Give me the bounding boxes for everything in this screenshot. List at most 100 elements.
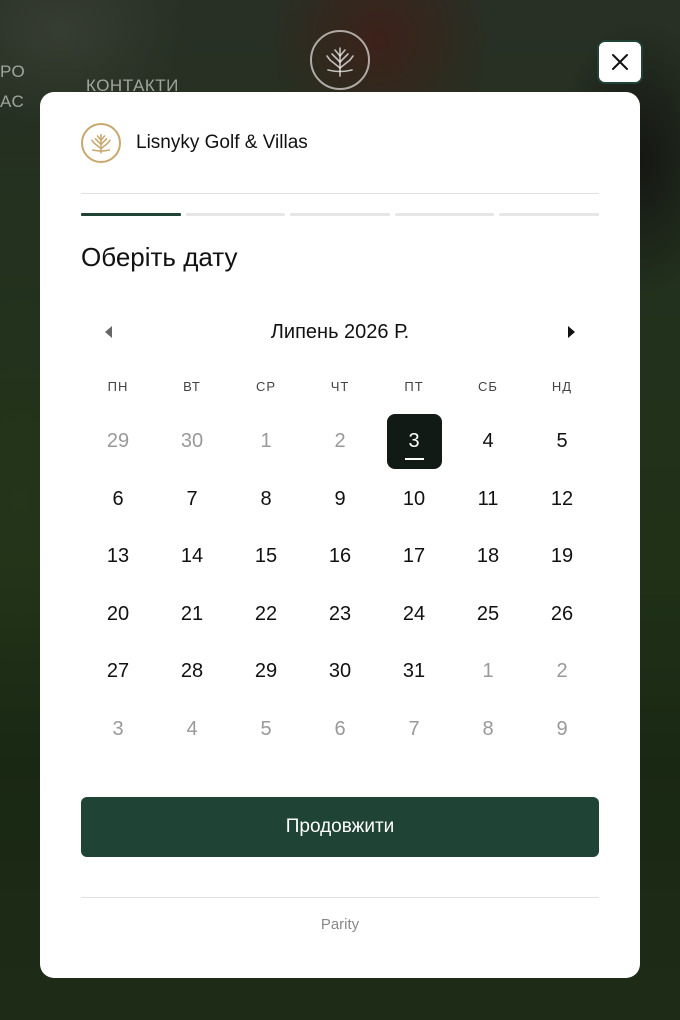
- weekday-label: СБ: [478, 379, 498, 394]
- brand-logo: [81, 122, 121, 163]
- calendar-day-label: 1: [260, 430, 272, 452]
- calendar-day[interactable]: 9: [525, 702, 599, 757]
- progress-step-4: [394, 213, 495, 216]
- page-title: Оберіть дату: [81, 242, 238, 272]
- calendar-day[interactable]: 12: [525, 472, 599, 527]
- weekday-label: ПТ: [404, 379, 424, 394]
- calendar-day-label: 8: [260, 487, 272, 510]
- powered-by-label[interactable]: Parity: [321, 916, 359, 933]
- calendar-day[interactable]: 2: [525, 644, 599, 699]
- calendar-day[interactable]: 23: [303, 587, 377, 642]
- calendar-day[interactable]: 19: [525, 529, 599, 584]
- calendar-day[interactable]: 4: [155, 702, 229, 757]
- calendar-day[interactable]: 30: [303, 644, 377, 699]
- calendar-day-label: 11: [477, 487, 499, 510]
- calendar-day[interactable]: 24: [377, 587, 451, 642]
- site-logo[interactable]: [310, 30, 370, 90]
- calendar-day-label: 15: [254, 545, 278, 567]
- continue-button[interactable]: Продовжити: [81, 796, 599, 857]
- calendar-day[interactable]: 30: [155, 414, 229, 469]
- calendar-day-label: 31: [402, 660, 426, 682]
- nav-link-us[interactable]: АС: [0, 92, 24, 112]
- brand-header: Lisnyky Golf & Villas: [81, 92, 599, 194]
- weekday-label: ЧТ: [330, 379, 350, 394]
- calendar-day[interactable]: 26: [525, 587, 599, 642]
- calendar-day-label: 20: [106, 602, 130, 625]
- weekday-label: ВТ: [183, 379, 201, 394]
- calendar-day-label: 26: [550, 602, 574, 625]
- calendar-day[interactable]: 7: [377, 702, 451, 757]
- weekday-label: НД: [551, 379, 573, 394]
- calendar-day-selected[interactable]: 3: [377, 414, 451, 469]
- close-button[interactable]: [597, 40, 643, 84]
- calendar-day[interactable]: 21: [155, 587, 229, 642]
- next-month-button[interactable]: [561, 322, 581, 342]
- weekday-header: ПН ВТ СР ЧТ ПТ СБ НД: [81, 377, 599, 397]
- calendar-day-label: 17: [402, 545, 426, 567]
- calendar-day-label: 3: [386, 414, 442, 469]
- progress-step-3: [290, 213, 390, 216]
- calendar-day-label: 24: [402, 602, 426, 625]
- chevron-right-icon: [568, 326, 575, 338]
- calendar-day[interactable]: 17: [377, 529, 451, 584]
- nav-link-about[interactable]: РО: [0, 62, 25, 82]
- calendar-day-label: 29: [106, 430, 130, 452]
- calendar-day[interactable]: 22: [229, 587, 303, 642]
- calendar-day[interactable]: 29: [229, 644, 303, 699]
- calendar-day[interactable]: 5: [229, 702, 303, 757]
- calendar-day[interactable]: 10: [377, 472, 451, 527]
- month-label: Липень 2026 Р.: [270, 320, 410, 343]
- calendar-day[interactable]: 14: [155, 529, 229, 584]
- calendar-day[interactable]: 6: [303, 702, 377, 757]
- calendar-day[interactable]: 25: [451, 587, 525, 642]
- prev-month-button[interactable]: [99, 322, 119, 342]
- calendar-day[interactable]: 8: [451, 702, 525, 757]
- calendar-day[interactable]: 16: [303, 529, 377, 584]
- calendar-day-label: 21: [180, 602, 204, 625]
- tree-logo-icon: [91, 133, 111, 154]
- calendar-day-label: 6: [112, 487, 124, 510]
- calendar-day[interactable]: 27: [81, 644, 155, 699]
- calendar-day[interactable]: 11: [451, 472, 525, 527]
- progress-step-1: [81, 213, 181, 216]
- calendar-day[interactable]: 31: [377, 644, 451, 699]
- calendar-day[interactable]: 13: [81, 529, 155, 584]
- calendar-day[interactable]: 4: [451, 414, 525, 469]
- calendar-day[interactable]: 15: [229, 529, 303, 584]
- calendar-day-label: 9: [334, 487, 346, 510]
- calendar-grid: 29 30 1 2 3 4 5 6 7 8 9 10 11 12 13 14 15 16 17 18 19 20 21 22 2…: [81, 414, 599, 757]
- calendar-day[interactable]: 7: [155, 472, 229, 527]
- calendar-day[interactable]: 28: [155, 644, 229, 699]
- progress-steps: [81, 213, 599, 216]
- calendar-day-label: 3: [112, 717, 124, 740]
- calendar-day-label: 10: [402, 487, 426, 510]
- calendar-day-label: 23: [328, 602, 352, 625]
- calendar-day-label: 14: [180, 545, 204, 567]
- calendar-day[interactable]: 20: [81, 587, 155, 642]
- calendar-day[interactable]: 5: [525, 414, 599, 469]
- calendar-day[interactable]: 8: [229, 472, 303, 527]
- calendar-day[interactable]: 2: [303, 414, 377, 469]
- calendar-day[interactable]: 1: [229, 414, 303, 469]
- calendar-day-label: 8: [482, 717, 494, 740]
- brand-name: Lisnyky Golf & Villas: [136, 131, 308, 153]
- calendar-day-label: 4: [482, 430, 494, 452]
- calendar-day-label: 19: [550, 545, 574, 567]
- calendar-day-label: 29: [254, 660, 278, 682]
- progress-step-2: [185, 213, 286, 216]
- calendar-day-label: 27: [106, 660, 130, 682]
- chevron-left-icon: [105, 326, 112, 338]
- footer: Parity: [81, 896, 599, 933]
- weekday-label: СР: [255, 379, 277, 394]
- calendar-day[interactable]: 6: [81, 472, 155, 527]
- weekday-label: ПН: [107, 379, 129, 394]
- calendar-day-label: 22: [254, 602, 278, 625]
- calendar-day[interactable]: 18: [451, 529, 525, 584]
- calendar-day[interactable]: 3: [81, 702, 155, 757]
- tree-logo-icon: [326, 47, 354, 77]
- calendar-day[interactable]: 29: [81, 414, 155, 469]
- calendar-day[interactable]: 1: [451, 644, 525, 699]
- calendar-day-label: 5: [260, 717, 272, 740]
- month-navigator: Липень 2026 Р.: [81, 317, 599, 347]
- calendar-day[interactable]: 9: [303, 472, 377, 527]
